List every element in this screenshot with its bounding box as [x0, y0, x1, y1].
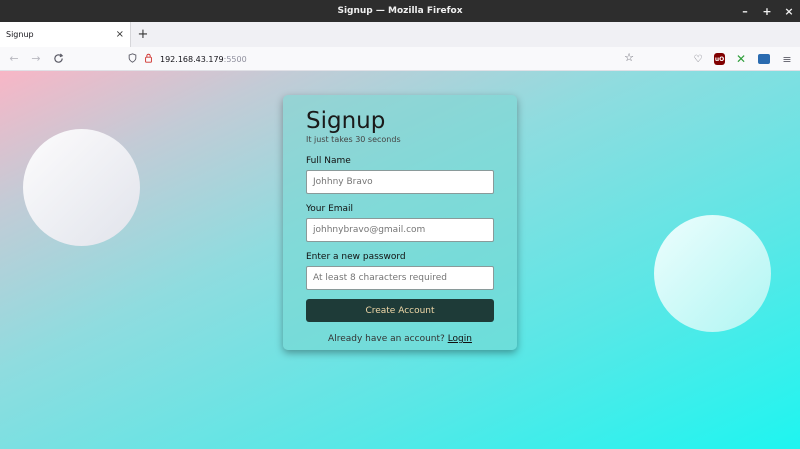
page-subtitle: It just takes 30 seconds — [306, 135, 401, 144]
extension-x-icon[interactable]: ✕ — [734, 52, 748, 66]
reload-icon-graphic — [53, 53, 63, 63]
hamburger-menu-icon[interactable]: ≡ — [780, 52, 794, 66]
shield-icon[interactable] — [124, 52, 140, 66]
decorative-circle-left — [23, 129, 140, 246]
password-input[interactable]: At least 8 characters required — [306, 266, 494, 290]
navigation-bar: ← → 192.168.43.179 :5500 ☆ ♡ uO ✕ ≡ — [0, 47, 800, 71]
ublock-origin-icon[interactable]: uO — [714, 53, 725, 65]
decorative-circle-right — [654, 215, 771, 332]
page-viewport: Signup It just takes 30 seconds Full Nam… — [0, 71, 800, 449]
close-tab-icon[interactable]: × — [116, 29, 124, 40]
login-link[interactable]: Login — [448, 334, 472, 344]
signup-card: Signup It just takes 30 seconds Full Nam… — [283, 95, 517, 350]
url-port: :5500 — [223, 54, 247, 64]
close-window-button[interactable]: × — [784, 5, 794, 18]
full-name-label: Full Name — [306, 156, 351, 166]
maximize-button[interactable]: + — [762, 5, 772, 18]
create-account-button[interactable]: Create Account — [306, 299, 494, 322]
email-input[interactable]: johhnybravo@gmail.com — [306, 218, 494, 242]
forward-arrow-icon[interactable]: → — [25, 47, 47, 71]
new-tab-button[interactable]: + — [131, 22, 155, 47]
login-prompt-text: Already have an account? — [328, 334, 445, 344]
window-titlebar: Signup — Mozilla Firefox – + × — [0, 0, 800, 22]
password-label: Enter a new password — [306, 252, 406, 262]
back-arrow-icon[interactable]: ← — [3, 47, 25, 71]
extension-box-icon[interactable] — [757, 52, 771, 66]
window-title: Signup — Mozilla Firefox — [337, 6, 463, 16]
page-title: Signup — [306, 108, 386, 134]
login-prompt-row: Already have an account? Login — [306, 334, 494, 344]
tab-strip: Signup × + — [0, 22, 800, 47]
pocket-icon[interactable]: ♡ — [691, 52, 705, 66]
tab-label: Signup — [6, 30, 34, 39]
reload-icon[interactable] — [47, 47, 69, 71]
lock-warning-icon[interactable] — [140, 53, 156, 66]
url-host: 192.168.43.179 — [160, 54, 224, 64]
window-controls: – + × — [740, 0, 794, 22]
toolbar-extensions: ♡ uO ✕ ≡ — [691, 47, 794, 71]
url-bar[interactable]: 192.168.43.179 :5500 ☆ — [124, 49, 634, 69]
tab-signup[interactable]: Signup × — [0, 22, 131, 47]
email-label: Your Email — [306, 204, 354, 214]
bookmark-star-icon[interactable]: ☆ — [624, 51, 634, 64]
minimize-button[interactable]: – — [740, 5, 750, 18]
full-name-input[interactable]: Johhny Bravo — [306, 170, 494, 194]
